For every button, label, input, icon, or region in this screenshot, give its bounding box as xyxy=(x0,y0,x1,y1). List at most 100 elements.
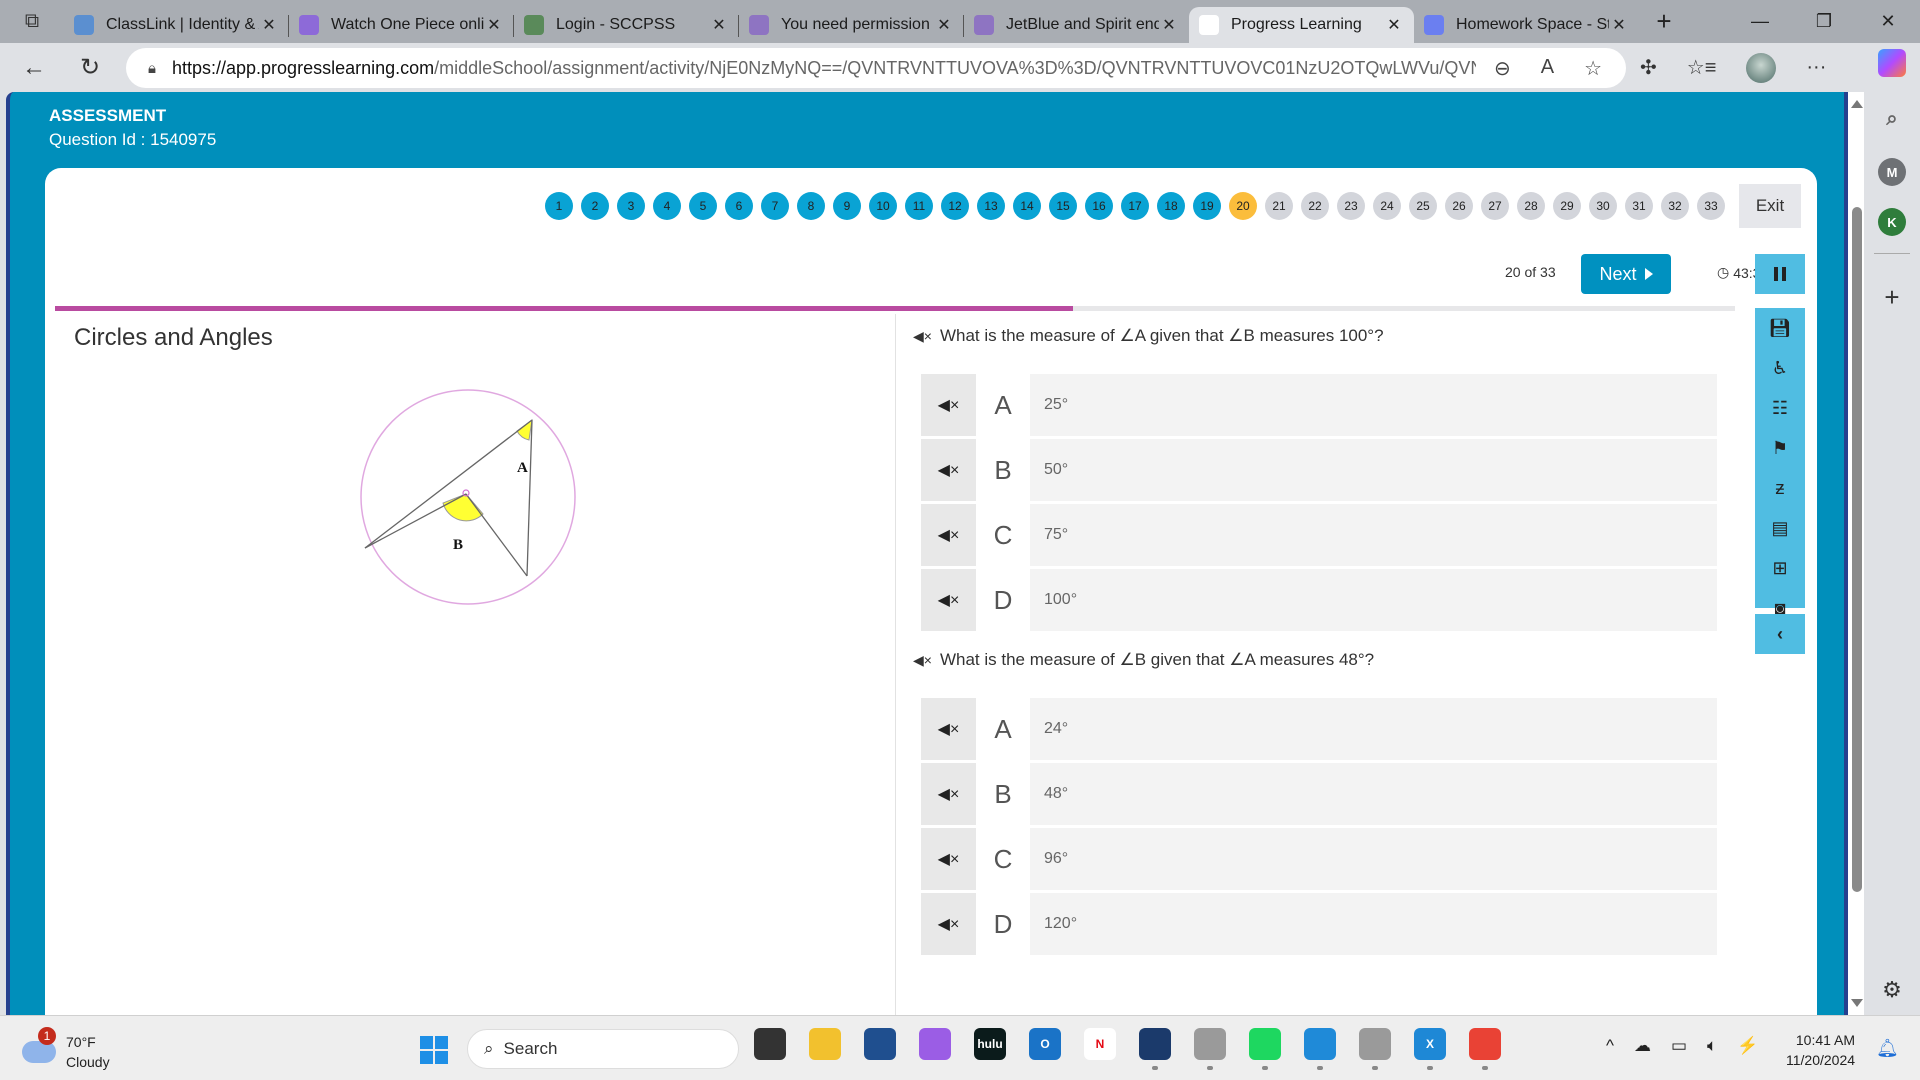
new-tab-button[interactable]: + xyxy=(1639,6,1689,37)
answer-option[interactable]: ◀× D 120° xyxy=(921,893,1717,955)
question-nav-8[interactable]: 8 xyxy=(797,192,825,220)
browser-tab[interactable]: Progress Learning ✕ xyxy=(1189,7,1414,43)
question-nav-17[interactable]: 17 xyxy=(1121,192,1149,220)
question-nav-21[interactable]: 21 xyxy=(1265,192,1293,220)
url-text[interactable]: https://app.progresslearning.com/middleS… xyxy=(172,58,1476,79)
mute-speaker-icon[interactable]: ◀× xyxy=(921,763,976,825)
question-nav-16[interactable]: 16 xyxy=(1085,192,1113,220)
address-bar[interactable]: 🔒︎ https://app.progresslearning.com/midd… xyxy=(126,48,1626,88)
question-nav-30[interactable]: 30 xyxy=(1589,192,1617,220)
steam-icon[interactable] xyxy=(1139,1028,1171,1070)
accessibility-icon[interactable]: ♿︎ xyxy=(1755,348,1805,388)
exit-button[interactable]: Exit xyxy=(1739,184,1801,228)
question-nav-6[interactable]: 6 xyxy=(725,192,753,220)
question-nav-25[interactable]: 25 xyxy=(1409,192,1437,220)
favorites-icon[interactable]: ☆≡ xyxy=(1687,55,1717,80)
answer-option[interactable]: ◀× C 75° xyxy=(921,504,1717,566)
mute-speaker-icon[interactable]: ◀× xyxy=(913,652,932,669)
settings-icon[interactable]: ⚙ xyxy=(1878,976,1906,1004)
answer-option[interactable]: ◀× A 24° xyxy=(921,698,1717,760)
answer-option[interactable]: ◀× B 50° xyxy=(921,439,1717,501)
browser-tab[interactable]: Watch One Piece onlin ✕ xyxy=(289,7,514,43)
mute-speaker-icon[interactable]: ◀× xyxy=(921,569,976,631)
question-nav-31[interactable]: 31 xyxy=(1625,192,1653,220)
read-aloud-icon[interactable]: A xyxy=(1541,56,1554,81)
spotify-icon[interactable] xyxy=(1249,1028,1281,1070)
scroll-up-icon[interactable] xyxy=(1851,100,1863,108)
page-scrollbar[interactable] xyxy=(1844,92,1864,1015)
xodo-icon[interactable]: X xyxy=(1414,1028,1446,1070)
taskbar-search[interactable]: ⌕ Search xyxy=(467,1029,739,1069)
flag-icon[interactable]: ⚑ xyxy=(1755,428,1805,468)
microsoft-store-icon[interactable] xyxy=(864,1028,896,1060)
profile-avatar[interactable] xyxy=(1746,52,1777,83)
search-icon[interactable]: ⌕ xyxy=(1878,105,1906,133)
scroll-thumb[interactable] xyxy=(1852,207,1862,892)
question-nav-11[interactable]: 11 xyxy=(905,192,933,220)
lock-icon[interactable]: 🔒︎ xyxy=(148,60,156,77)
refresh-icon[interactable]: ↻ xyxy=(62,53,118,82)
sidebar-avatar-m[interactable]: M xyxy=(1878,158,1906,186)
sidebar-avatar-k[interactable]: K xyxy=(1878,208,1906,236)
notification-bell-icon[interactable]: 🔔︎ xyxy=(1876,1038,1899,1059)
scroll-down-icon[interactable] xyxy=(1851,999,1863,1007)
clock[interactable]: 10:41 AM 11/20/2024 xyxy=(1786,1030,1855,1070)
show-hidden-icons-chevron-icon[interactable]: ^ xyxy=(1606,1036,1614,1056)
volume-icon[interactable]: 🔈︎ xyxy=(1707,1036,1717,1056)
answer-option[interactable]: ◀× A 25° xyxy=(921,374,1717,436)
mute-speaker-icon[interactable]: ◀× xyxy=(921,374,976,436)
onedrive-off-icon[interactable]: ☁ xyxy=(1634,1036,1651,1056)
question-nav-3[interactable]: 3 xyxy=(617,192,645,220)
close-tab-icon[interactable]: ✕ xyxy=(1384,15,1404,35)
close-tab-icon[interactable]: ✕ xyxy=(934,15,954,35)
browser-tab[interactable]: ClassLink | Identity & A ✕ xyxy=(64,7,289,43)
question-nav-15[interactable]: 15 xyxy=(1049,192,1077,220)
question-nav-20[interactable]: 20 xyxy=(1229,192,1257,220)
network-icon[interactable]: ▭ xyxy=(1671,1036,1687,1056)
app-installer-2-icon[interactable] xyxy=(1359,1028,1391,1070)
close-tab-icon[interactable]: ✕ xyxy=(1609,15,1629,35)
pause-button[interactable] xyxy=(1755,254,1805,294)
battery-icon[interactable]: ⚡ xyxy=(1737,1036,1758,1056)
mute-speaker-icon[interactable]: ◀× xyxy=(921,698,976,760)
collapse-tools-chevron-icon[interactable]: ‹ xyxy=(1755,614,1805,654)
answer-eliminator-icon[interactable]: ☷ xyxy=(1755,388,1805,428)
mute-speaker-icon[interactable]: ◀× xyxy=(921,504,976,566)
hulu-icon[interactable]: hulu xyxy=(974,1028,1006,1060)
question-nav-4[interactable]: 4 xyxy=(653,192,681,220)
question-nav-2[interactable]: 2 xyxy=(581,192,609,220)
next-button[interactable]: Next xyxy=(1581,254,1671,294)
question-nav-32[interactable]: 32 xyxy=(1661,192,1689,220)
mute-speaker-icon[interactable]: ◀× xyxy=(921,893,976,955)
notepad-icon[interactable]: ▤ xyxy=(1755,508,1805,548)
answer-option[interactable]: ◀× D 100° xyxy=(921,569,1717,631)
question-nav-28[interactable]: 28 xyxy=(1517,192,1545,220)
close-tab-icon[interactable]: ✕ xyxy=(709,15,729,35)
windows-start-icon[interactable] xyxy=(420,1036,448,1064)
browser-tab[interactable]: Login - SCCPSS ✕ xyxy=(514,7,739,43)
answer-option[interactable]: ◀× B 48° xyxy=(921,763,1717,825)
question-nav-9[interactable]: 9 xyxy=(833,192,861,220)
question-nav-23[interactable]: 23 xyxy=(1337,192,1365,220)
save-icon[interactable]: 💾︎ xyxy=(1755,308,1805,348)
edge-icon[interactable] xyxy=(1304,1028,1336,1070)
close-window-icon[interactable]: ✕ xyxy=(1856,11,1920,32)
close-tab-icon[interactable]: ✕ xyxy=(259,15,279,35)
more-options-icon[interactable]: ··· xyxy=(1806,56,1826,79)
question-nav-14[interactable]: 14 xyxy=(1013,192,1041,220)
outlook-icon[interactable]: O xyxy=(1029,1028,1061,1060)
answer-option[interactable]: ◀× C 96° xyxy=(921,828,1717,890)
question-nav-18[interactable]: 18 xyxy=(1157,192,1185,220)
netflix-icon[interactable]: N xyxy=(1084,1028,1116,1060)
browser-tab[interactable]: Homework Space - Stu ✕ xyxy=(1414,7,1639,43)
task-view-icon[interactable] xyxy=(754,1028,786,1060)
copilot-icon[interactable] xyxy=(1878,49,1906,77)
question-nav-5[interactable]: 5 xyxy=(689,192,717,220)
app-installer-icon[interactable] xyxy=(1194,1028,1226,1070)
restore-icon[interactable]: ❐ xyxy=(1792,11,1856,32)
browser-tab[interactable]: You need permission ✕ xyxy=(739,7,964,43)
favorite-star-icon[interactable]: ☆ xyxy=(1584,56,1602,81)
question-nav-13[interactable]: 13 xyxy=(977,192,1005,220)
add-note-icon[interactable]: ⊞ xyxy=(1755,548,1805,588)
back-icon[interactable]: ← xyxy=(6,54,62,82)
